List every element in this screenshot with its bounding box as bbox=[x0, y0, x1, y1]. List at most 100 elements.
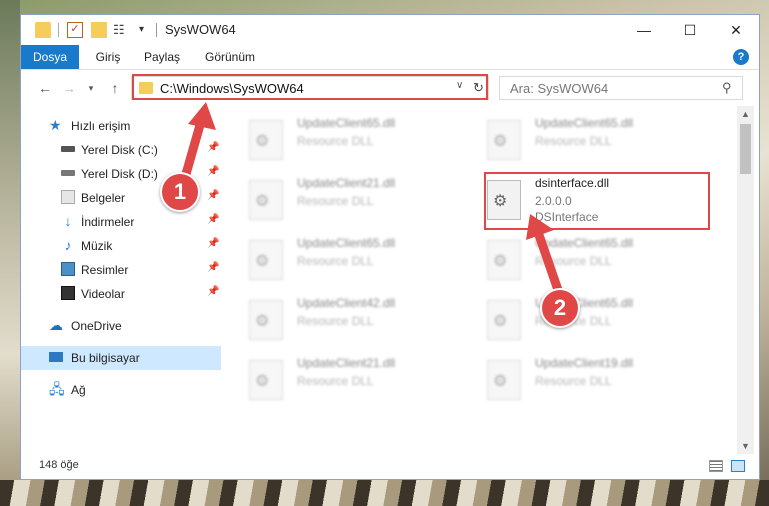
pin-icon[interactable]: 📌 bbox=[207, 214, 219, 225]
pin-icon[interactable]: 📌 bbox=[207, 190, 219, 201]
tab-view[interactable]: Görünüm bbox=[197, 45, 263, 69]
title-bar: ✓ ☷ ▾ SysWOW64 — ☐ ✕ bbox=[21, 15, 759, 45]
scroll-down-icon[interactable]: ▼ bbox=[737, 438, 754, 454]
vertical-scrollbar[interactable]: ▲ ▼ bbox=[737, 106, 754, 454]
item-count: 148 öğe bbox=[39, 459, 79, 471]
file-name: UpdateClient65.dll bbox=[535, 116, 634, 130]
tab-share[interactable]: Paylaş bbox=[139, 45, 185, 69]
network-icon: 🖧 bbox=[49, 381, 65, 397]
file-description: Resource DLL bbox=[535, 254, 612, 268]
videos-icon bbox=[61, 286, 75, 300]
dll-file-icon: ⚙ bbox=[249, 180, 283, 220]
download-icon: ↓ bbox=[64, 213, 72, 229]
sidebar-item-label: Yerel Disk (D:) bbox=[81, 167, 158, 181]
file-name: UpdateClient65.dll bbox=[297, 236, 396, 250]
music-icon: ♪ bbox=[64, 237, 72, 253]
pin-icon[interactable]: 📌 bbox=[207, 286, 219, 297]
up-arrow-icon[interactable]: ↑ bbox=[107, 80, 123, 96]
view-options-icon[interactable]: ☷ bbox=[113, 22, 131, 38]
sidebar-item-videos[interactable]: Videolar 📌 bbox=[21, 282, 221, 306]
file-name: UpdateClient21.dll bbox=[297, 356, 396, 370]
title-separator bbox=[156, 23, 157, 37]
properties-icon[interactable]: ✓ bbox=[67, 22, 83, 38]
scrollbar-thumb[interactable] bbox=[740, 124, 751, 174]
close-button[interactable]: ✕ bbox=[713, 15, 759, 45]
maximize-button[interactable]: ☐ bbox=[667, 15, 713, 45]
status-bar: 148 öğe bbox=[21, 454, 759, 478]
file-item[interactable]: ⚙ UpdateClient42.dll Resource DLL bbox=[241, 294, 481, 342]
minimize-button[interactable]: — bbox=[621, 15, 667, 45]
search-icon[interactable]: ⚲ bbox=[722, 80, 732, 96]
callout-badge-2: 2 bbox=[540, 288, 580, 328]
file-item[interactable]: ⚙ UpdateClient65.dll Resource DLL bbox=[479, 294, 719, 342]
window-title: SysWOW64 bbox=[165, 22, 236, 37]
star-icon: ★ bbox=[49, 117, 62, 133]
sidebar-item-label: Videolar bbox=[81, 287, 125, 301]
drive-icon bbox=[61, 146, 75, 152]
tab-home[interactable]: Giriş bbox=[89, 45, 127, 69]
sidebar-item-label: Resimler bbox=[81, 263, 129, 277]
tab-file[interactable]: Dosya bbox=[21, 45, 79, 69]
file-description: Resource DLL bbox=[297, 314, 374, 328]
file-item[interactable]: ⚙ UpdateClient21.dll Resource DLL bbox=[241, 354, 481, 402]
pin-icon[interactable]: 📌 bbox=[207, 262, 219, 273]
drive-icon bbox=[61, 170, 75, 176]
dll-file-icon: ⚙ bbox=[249, 360, 283, 400]
new-folder-icon[interactable] bbox=[91, 22, 107, 38]
sidebar-item-local-disk-c[interactable]: Yerel Disk (C:) 📌 bbox=[21, 138, 221, 162]
sidebar-item-label: Müzik bbox=[81, 239, 113, 253]
sidebar-item-downloads[interactable]: ↓ İndirmeler 📌 bbox=[21, 210, 221, 234]
dll-file-icon: ⚙ bbox=[487, 240, 521, 280]
sidebar-item-label: Bu bilgisayar bbox=[71, 351, 140, 365]
pin-icon[interactable]: 📌 bbox=[207, 166, 219, 177]
help-icon[interactable]: ? bbox=[733, 49, 749, 65]
file-description: Resource DLL bbox=[297, 194, 374, 208]
customize-toolbar-chevron-icon[interactable]: ▾ bbox=[139, 22, 149, 38]
file-name: UpdateClient21.dll bbox=[297, 176, 396, 190]
sidebar-item-music[interactable]: ♪ Müzik 📌 bbox=[21, 234, 221, 258]
sidebar-item-label: İndirmeler bbox=[81, 215, 135, 229]
documents-icon bbox=[61, 190, 75, 204]
pin-icon[interactable]: 📌 bbox=[207, 142, 219, 153]
file-item[interactable]: ⚙ UpdateClient65.dll Resource DLL bbox=[479, 234, 719, 282]
file-item[interactable]: ⚙ UpdateClient19.dll Resource DLL bbox=[479, 354, 719, 402]
sidebar-item-this-pc[interactable]: Bu bilgisayar bbox=[21, 346, 221, 370]
back-arrow-icon[interactable]: ← bbox=[37, 80, 53, 96]
callout-badge-1: 1 bbox=[160, 172, 200, 212]
large-icons-view-icon[interactable] bbox=[731, 460, 745, 472]
scroll-up-icon[interactable]: ▲ bbox=[737, 106, 754, 122]
sidebar-item-label: Ağ bbox=[71, 383, 86, 397]
file-description: Resource DLL bbox=[535, 134, 612, 148]
file-item[interactable]: ⚙ UpdateClient65.dll Resource DLL bbox=[479, 114, 719, 162]
sidebar-item-label: OneDrive bbox=[71, 319, 122, 333]
forward-arrow-icon[interactable]: → bbox=[61, 80, 77, 96]
onedrive-icon: ☁ bbox=[49, 317, 63, 333]
file-item[interactable]: ⚙ UpdateClient65.dll Resource DLL bbox=[241, 234, 481, 282]
desktop-wallpaper-bottom bbox=[0, 480, 769, 506]
sidebar-item-quick-access[interactable]: ★ Hızlı erişim bbox=[21, 114, 221, 138]
dll-file-icon: ⚙ bbox=[487, 120, 521, 160]
pin-icon[interactable]: 📌 bbox=[207, 238, 219, 249]
details-view-icon[interactable] bbox=[709, 460, 723, 472]
dll-file-icon: ⚙ bbox=[249, 240, 283, 280]
dll-file-icon: ⚙ bbox=[487, 300, 521, 340]
file-item[interactable]: ⚙ UpdateClient65.dll Resource DLL bbox=[241, 114, 481, 162]
sidebar-item-label: Belgeler bbox=[81, 191, 126, 205]
sidebar-item-pictures[interactable]: Resimler 📌 bbox=[21, 258, 221, 282]
navigation-pane: ★ Hızlı erişim Yerel Disk (C:) 📌 Yerel D… bbox=[21, 106, 221, 454]
file-description: Resource DLL bbox=[297, 134, 374, 148]
file-name: UpdateClient19.dll bbox=[535, 356, 634, 370]
file-name: UpdateClient42.dll bbox=[297, 296, 396, 310]
search-placeholder[interactable]: Ara: SysWOW64 bbox=[510, 81, 608, 96]
sidebar-item-label: Hızlı erişim bbox=[71, 119, 131, 133]
file-item[interactable]: ⚙ UpdateClient21.dll Resource DLL bbox=[241, 174, 481, 222]
sidebar-item-label: Yerel Disk (C:) bbox=[81, 143, 158, 157]
sidebar-item-network[interactable]: 🖧 Ağ bbox=[21, 378, 221, 402]
search-box[interactable]: Ara: SysWOW64 ⚲ bbox=[499, 76, 743, 100]
recent-locations-chevron-icon[interactable]: ▾ bbox=[83, 80, 99, 96]
pictures-icon bbox=[61, 262, 75, 276]
folder-icon bbox=[35, 22, 51, 38]
ribbon-tabs: Dosya Giriş Paylaş Görünüm ? bbox=[21, 45, 759, 70]
file-name: UpdateClient65.dll bbox=[297, 116, 396, 130]
sidebar-item-onedrive[interactable]: ☁ OneDrive bbox=[21, 314, 221, 338]
